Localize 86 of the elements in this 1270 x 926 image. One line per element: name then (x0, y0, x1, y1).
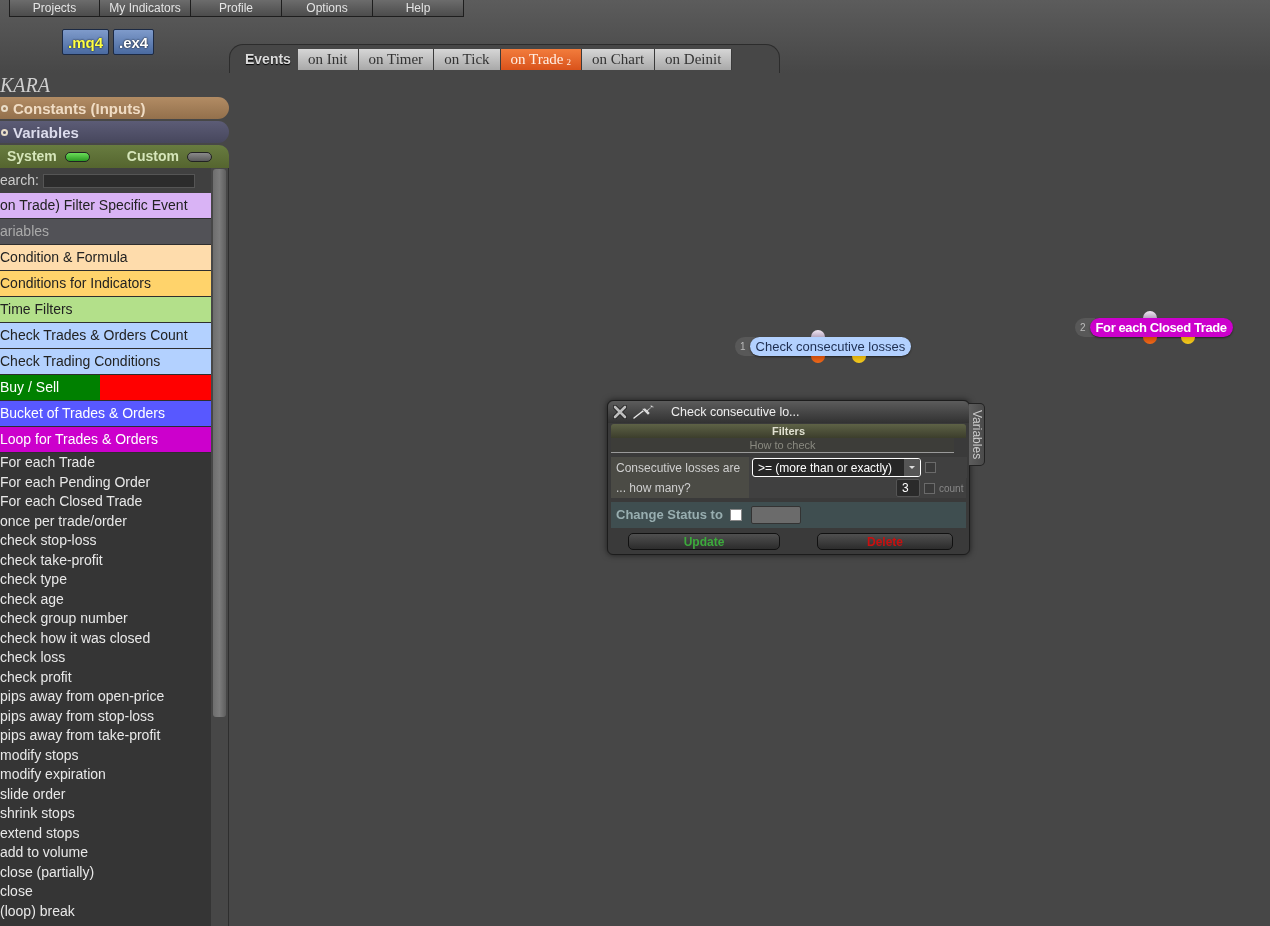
sidebar-item[interactable]: modify expiration (0, 765, 106, 785)
sidebar-item[interactable]: shrink stops (0, 804, 75, 824)
toggle-label: Custom (126, 147, 179, 166)
sidebar-item[interactable]: check how it was closed (0, 628, 151, 648)
category-item[interactable]: Loop for Trades & Orders (0, 427, 211, 453)
event-tab[interactable]: on Timer (358, 48, 435, 70)
output-port-icon[interactable] (1181, 337, 1195, 344)
sidebar-item[interactable]: pips away from open-price (0, 687, 165, 707)
input-port-icon[interactable] (811, 330, 825, 337)
side-tab[interactable]: Variables (969, 403, 985, 466)
category-item[interactable]: Bucket of Trades & Orders (0, 401, 211, 427)
checkbox[interactable] (925, 462, 936, 473)
file-button[interactable]: .ex4 (113, 29, 155, 55)
canvas-block[interactable]: Check consecutive losses (749, 337, 912, 356)
number-field[interactable]: 3 (896, 479, 920, 497)
close-icon[interactable] (613, 405, 627, 419)
event-tab[interactable]: on Init (297, 48, 359, 70)
project-name: KARA (0, 75, 50, 95)
event-tab[interactable]: on Tick (434, 48, 501, 70)
sidebar-item[interactable]: once per trade/order (0, 511, 127, 531)
sidebar-item[interactable]: For each Trade (0, 453, 95, 473)
sidebar-item[interactable]: pips away from take-profit (0, 726, 161, 746)
category-item[interactable]: Time Filters (0, 297, 211, 323)
checkbox[interactable] (924, 482, 935, 494)
sidebar-item[interactable]: For each Closed Trade (0, 492, 143, 512)
sidebar-item[interactable]: modify stops (0, 745, 79, 765)
sidebar-item[interactable]: For each Pending Order (0, 472, 151, 492)
category-item[interactable]: Buy / Sell (0, 375, 100, 400)
output-port-icon[interactable] (852, 356, 866, 363)
category-item[interactable]: on Trade) Filter Specific Event (0, 193, 211, 219)
pin-icon[interactable] (633, 405, 655, 419)
menu-item[interactable]: Profile (191, 0, 282, 17)
input-port-icon[interactable] (1143, 311, 1157, 318)
field-label: ... how many? (611, 478, 749, 498)
status-field[interactable] (751, 506, 801, 524)
canvas-block[interactable]: For each Closed Trade (1089, 318, 1233, 337)
field-label: Change Status to (616, 506, 724, 525)
sidebar-item[interactable]: check stop-loss (0, 531, 97, 551)
section-header: Filters (611, 424, 966, 438)
sidebar-item[interactable]: extend stops (0, 823, 80, 843)
caret-icon[interactable] (904, 459, 920, 476)
sidebar-item[interactable]: pips away from stop-loss (0, 706, 155, 726)
category-item[interactable]: Conditions for Indicators (0, 271, 211, 297)
sidebar-item[interactable]: check loss (0, 648, 66, 668)
checkbox[interactable] (730, 509, 742, 521)
sidebar-item[interactable]: close (0, 882, 33, 902)
search-label: earch: (0, 171, 39, 190)
sidebar-item[interactable]: check profit (0, 667, 72, 687)
tab-group-label: Events (245, 49, 291, 69)
sidebar-item[interactable]: check take-profit (0, 550, 103, 570)
sidebar-item[interactable]: (loop) break (0, 901, 75, 921)
bullet-icon (1, 104, 8, 112)
dropdown[interactable]: >= (more than or exactly) (752, 458, 921, 477)
bullet-icon (1, 128, 8, 136)
sidebar-item[interactable]: add to volume (0, 843, 88, 863)
sidebar-item[interactable]: slide order (0, 784, 66, 804)
menu-item[interactable]: Options (282, 0, 373, 17)
toggle-label: System (7, 147, 57, 166)
scrollbar-track[interactable] (211, 168, 229, 926)
category-item[interactable]: Check Trades & Orders Count (0, 323, 211, 349)
sidebar-item[interactable]: check type (0, 570, 67, 590)
tab-count: 2 (566, 58, 571, 67)
dialog-title: Check consecutive lo... (671, 403, 800, 421)
category-item[interactable]: Check Trading Conditions (0, 349, 211, 375)
toggle-switch[interactable] (186, 151, 212, 162)
menu-item[interactable]: Projects (9, 0, 100, 17)
sidebar-item[interactable]: check age (0, 589, 64, 609)
category-header: ariables (0, 219, 211, 245)
menu-item[interactable]: My Indicators (100, 0, 191, 17)
dialog-button[interactable]: Update (628, 533, 780, 550)
section-header[interactable]: Variables (0, 121, 229, 143)
menu-item[interactable]: Help (373, 0, 464, 17)
event-tab[interactable]: on Deinit (655, 48, 733, 70)
category-item[interactable]: Condition & Formula (0, 245, 211, 271)
file-button[interactable]: .mq4 (62, 29, 109, 55)
output-port-icon[interactable] (1143, 337, 1157, 344)
checkbox-label: count (939, 481, 964, 496)
scrollbar-thumb[interactable] (213, 169, 226, 717)
field-label: Consecutive losses are (611, 457, 749, 478)
output-port-icon[interactable] (811, 356, 825, 363)
sidebar-item[interactable]: check group number (0, 609, 128, 629)
search-field[interactable] (42, 173, 195, 188)
subsection-header: How to check (611, 438, 954, 453)
sidebar-item[interactable]: close (partially) (0, 862, 95, 882)
event-tab[interactable]: on Chart (582, 48, 656, 70)
toggle-switch[interactable] (64, 151, 90, 162)
